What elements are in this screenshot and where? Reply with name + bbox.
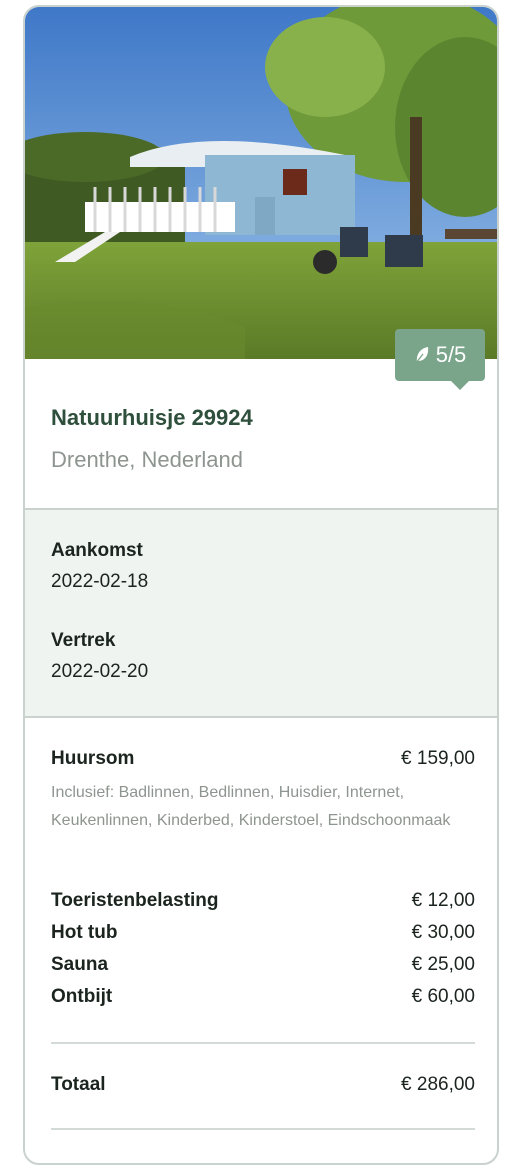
total-row: Totaal € 286,00 [51, 1074, 475, 1096]
arrival-date: 2022-02-18 [51, 571, 149, 592]
rent-amount: € 159,00 [401, 748, 475, 769]
listing-title: Natuurhuisje 29924 [51, 405, 253, 430]
divider [51, 1128, 475, 1130]
eco-rating-badge: 5/5 [395, 329, 485, 390]
arrival-label: Aankomst [51, 540, 143, 561]
stay-dates-panel: Aankomst 2022-02-18 Vertrek 2022-02-20 [25, 508, 497, 718]
cost-label: Toeristenbelasting [51, 890, 219, 911]
cost-label: Hot tub [51, 922, 118, 943]
rent-label: Huursom [51, 748, 135, 769]
cost-row-breakfast: Ontbijt € 60,00 [51, 986, 475, 1008]
departure-label: Vertrek [51, 630, 116, 651]
cost-amount: € 12,00 [411, 890, 475, 911]
cost-row-hot-tub: Hot tub € 30,00 [51, 922, 475, 944]
listing-photo [25, 7, 497, 359]
cost-row-sauna: Sauna € 25,00 [51, 954, 475, 976]
cost-label: Ontbijt [51, 986, 113, 1007]
divider [51, 1042, 475, 1044]
eco-rating-value: 5/5 [435, 342, 467, 367]
listing-location: Drenthe, Nederland [51, 447, 244, 472]
cost-amount: € 25,00 [411, 954, 475, 975]
cost-label: Sauna [51, 954, 109, 975]
rent-includes: Inclusief: Badlinnen, Bedlinnen, Huisdie… [51, 784, 451, 829]
departure-date: 2022-02-20 [51, 661, 149, 682]
cost-amount: € 60,00 [411, 986, 475, 1007]
cost-amount: € 30,00 [411, 922, 475, 943]
rent-row: Huursom € 159,00 [51, 748, 475, 770]
total-amount: € 286,00 [401, 1074, 475, 1095]
cost-row-tourist-tax: Toeristenbelasting € 12,00 [51, 890, 475, 912]
leaf-icon [415, 347, 428, 364]
total-label: Totaal [51, 1074, 106, 1095]
booking-summary-card: 5/5 Natuurhuisje 29924 Drenthe, Nederlan… [23, 5, 499, 1165]
